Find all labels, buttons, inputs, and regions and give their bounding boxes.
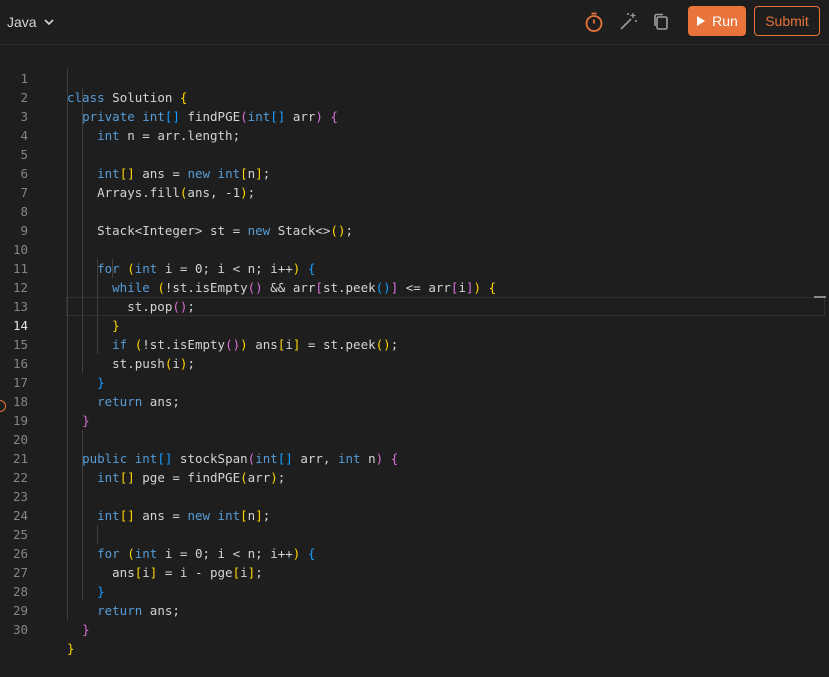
code-line: 25 for (int i = 0; i < n; i++) { [0, 506, 829, 561]
code-line: 2 private int[] findPGE(int[] arr) { [0, 69, 829, 124]
code-line: 24 [0, 487, 829, 523]
code-line: 26 ans[i] = i - pge[i]; [0, 525, 829, 580]
code-line: 5 int[] ans = new int[n]; [0, 126, 829, 181]
submit-label: Submit [765, 13, 809, 29]
code-line: 4 [0, 107, 829, 143]
code-line: 16 } [0, 335, 829, 390]
code-line: 10 for (int i = 0; i < n; i++) { [0, 221, 829, 276]
code-line: 13 } [0, 278, 829, 333]
line-number: 30 [12, 622, 28, 637]
code-line: 9 [0, 202, 829, 238]
code-line: 29 } [0, 582, 829, 637]
magic-wand-icon[interactable] [616, 10, 640, 34]
code-line: 30 } [0, 601, 829, 656]
code-line: 8 Stack<Integer> st = new Stack<>(); [0, 183, 829, 238]
code-line: 20 public int[] stockSpan(int[] arr, int… [0, 411, 829, 466]
code-line: 6 Arrays.fill(ans, -1); [0, 145, 829, 200]
code-line: 15 st.push(i); [0, 316, 829, 371]
code-line: 19 [0, 392, 829, 428]
code-line: 3 int n = arr.length; [0, 88, 829, 143]
copy-icon[interactable] [649, 10, 673, 34]
language-label: Java [7, 14, 37, 30]
code-line: 27 } [0, 544, 829, 599]
code-line: 23 int[] ans = new int[n]; [0, 468, 829, 523]
editor-toolbar: Java Run Submit [0, 0, 829, 45]
timer-icon[interactable] [582, 10, 606, 34]
play-icon [697, 16, 706, 26]
code-line: 28 return ans; [0, 563, 829, 618]
code-line: 7 [0, 164, 829, 200]
run-button[interactable]: Run [688, 6, 746, 36]
code-line: 1 class Solution { [0, 50, 829, 105]
code-editor[interactable]: 1 class Solution { 2 private int[] findP… [0, 50, 829, 656]
submit-button[interactable]: Submit [754, 6, 820, 36]
code-line: 21 int[] pge = findPGE(arr); [0, 430, 829, 485]
code-line-active: 14 if (!st.isEmpty()) ans[i] = st.peek()… [0, 297, 829, 352]
code-line: 22 [0, 449, 829, 485]
code-line: 17 return ans; [0, 354, 829, 409]
chevron-down-icon [44, 19, 54, 26]
code-line: 11 while (!st.isEmpty() && arr[st.peek()… [0, 240, 829, 295]
code-line: 12 st.pop(); [0, 259, 829, 314]
run-label: Run [712, 13, 738, 29]
code-line: 18 } [0, 373, 829, 428]
language-selector[interactable]: Java [7, 11, 55, 33]
